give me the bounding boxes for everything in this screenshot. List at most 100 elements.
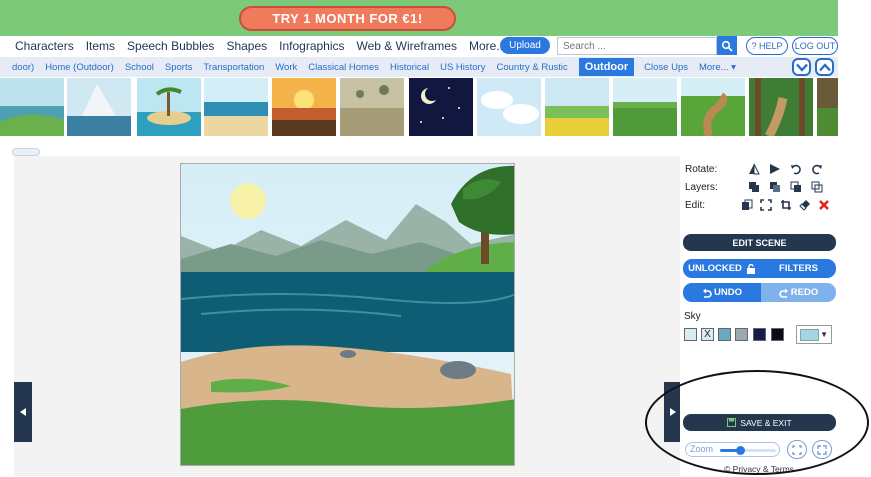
scene-thumbnail[interactable] <box>749 78 813 136</box>
menu-shapes[interactable]: Shapes <box>226 39 267 53</box>
search-input[interactable] <box>557 37 717 55</box>
scene-thumbnail[interactable] <box>545 78 609 136</box>
logout-button[interactable]: LOG OUT <box>792 37 838 55</box>
edit-row: Edit: <box>685 196 835 214</box>
undo-icon <box>703 288 712 298</box>
flip-vertical-icon[interactable] <box>766 161 784 177</box>
scene-illustration <box>181 164 514 465</box>
tab-historical[interactable]: Historical <box>390 62 429 73</box>
fullscreen-icon <box>817 444 827 455</box>
sky-swatch-selected[interactable]: X <box>701 328 714 341</box>
tab-close-ups[interactable]: Close Ups <box>644 62 688 73</box>
sky-label: Sky <box>684 311 701 322</box>
sky-swatch[interactable] <box>684 328 697 341</box>
scene-thumbnail[interactable] <box>613 78 677 136</box>
search-icon <box>721 40 733 52</box>
unlock-icon <box>746 263 755 274</box>
chevron-up-icon <box>818 62 831 71</box>
unlocked-label: UNLOCKED <box>688 263 742 274</box>
scene-thumbnails <box>0 78 838 136</box>
tab-work[interactable]: Work <box>275 62 297 73</box>
copy-icon[interactable] <box>739 197 755 213</box>
flip-horizontal-icon[interactable] <box>745 161 763 177</box>
delete-icon[interactable] <box>816 197 832 213</box>
tab-transportation[interactable]: Transportation <box>203 62 264 73</box>
privacy-terms-link[interactable]: © Privacy & Terms <box>680 464 838 474</box>
menu-speech-bubbles[interactable]: Speech Bubbles <box>127 39 214 53</box>
sky-swatch[interactable] <box>753 328 766 341</box>
unlocked-button[interactable]: UNLOCKED <box>683 259 761 278</box>
left-panel-toggle[interactable] <box>14 382 32 442</box>
menu-items[interactable]: Items <box>86 39 115 53</box>
rotate-cw-icon[interactable] <box>808 161 826 177</box>
expand-button[interactable] <box>815 58 834 76</box>
dropdown-caret-icon: ▼ <box>820 330 828 339</box>
tab-home-outdoor[interactable]: Home (Outdoor) <box>45 62 114 73</box>
zoom-controls: Zoom <box>685 440 835 459</box>
redo-button[interactable]: REDO <box>761 283 836 302</box>
menu-characters[interactable]: Characters <box>15 39 74 53</box>
sky-color-select[interactable]: ▼ <box>796 325 832 344</box>
scene-thumbnail[interactable] <box>340 78 404 136</box>
scene-thumbnail[interactable] <box>817 78 838 136</box>
sky-swatch[interactable] <box>718 328 731 341</box>
scene-canvas[interactable] <box>180 163 515 466</box>
scene-thumbnail[interactable] <box>0 78 64 136</box>
menu-web-wireframes[interactable]: Web & Wireframes <box>357 39 457 53</box>
undo-button[interactable]: UNDO <box>683 283 761 302</box>
scene-thumbnail[interactable] <box>204 78 268 136</box>
tab-more[interactable]: More... ▾ <box>699 62 736 73</box>
chevron-down-icon <box>795 63 808 72</box>
zoom-label: Zoom <box>690 444 714 454</box>
save-icon <box>727 418 737 427</box>
search-button[interactable] <box>717 36 737 55</box>
save-exit-button[interactable]: SAVE & EXIT <box>683 414 836 431</box>
scene-thumbnail[interactable] <box>272 78 336 136</box>
resize-icon[interactable] <box>758 197 774 213</box>
collapse-button[interactable] <box>792 58 811 76</box>
scene-thumbnail[interactable] <box>477 78 541 136</box>
bring-forward-icon[interactable] <box>766 179 784 195</box>
send-backward-icon[interactable] <box>787 179 805 195</box>
fullscreen-button[interactable] <box>812 440 832 459</box>
category-bar: door) Home (Outdoor) School Sports Trans… <box>0 57 838 77</box>
fit-to-screen-button[interactable] <box>787 440 807 459</box>
scene-thumbnail[interactable] <box>137 78 201 136</box>
trial-offer-button[interactable]: TRY 1 MONTH FOR €1! <box>239 6 456 31</box>
selected-sky-color <box>800 329 819 341</box>
caret-right-icon <box>670 408 676 416</box>
sky-swatch[interactable] <box>771 328 784 341</box>
scene-thumbnail[interactable] <box>409 78 473 136</box>
upload-button[interactable]: Upload <box>500 37 550 54</box>
tab-sports[interactable]: Sports <box>165 62 192 73</box>
help-button[interactable]: ? HELP <box>746 37 788 55</box>
zoom-slider[interactable]: Zoom <box>685 442 780 457</box>
eraser-icon[interactable] <box>797 197 813 213</box>
scene-thumbnail[interactable] <box>67 78 131 136</box>
filters-button[interactable]: FILTERS <box>761 259 836 278</box>
edit-label: Edit: <box>685 199 706 211</box>
layers-label: Layers: <box>685 181 718 193</box>
tab-outdoor[interactable]: Outdoor <box>578 58 635 76</box>
zoom-handle[interactable] <box>736 446 745 455</box>
send-to-back-icon[interactable] <box>808 179 826 195</box>
crop-icon[interactable] <box>777 197 793 213</box>
thumbnail-scrollbar[interactable] <box>12 148 40 156</box>
sky-swatch[interactable] <box>735 328 748 341</box>
rotate-ccw-icon[interactable] <box>787 161 805 177</box>
undo-label: UNDO <box>714 287 742 298</box>
bring-to-front-icon[interactable] <box>745 179 763 195</box>
tab-classical-homes[interactable]: Classical Homes <box>308 62 379 73</box>
redo-icon <box>779 288 788 298</box>
tab-outdoor-partial[interactable]: door) <box>12 62 34 73</box>
edit-scene-button[interactable]: EDIT SCENE <box>683 234 836 251</box>
fit-screen-icon <box>792 444 802 455</box>
menu-infographics[interactable]: Infographics <box>279 39 344 53</box>
rotate-label: Rotate: <box>685 163 718 175</box>
tab-school[interactable]: School <box>125 62 154 73</box>
rotate-row: Rotate: <box>685 160 835 178</box>
tab-country-rustic[interactable]: Country & Rustic <box>496 62 567 73</box>
zoom-track[interactable] <box>720 446 776 455</box>
scene-thumbnail[interactable] <box>681 78 745 136</box>
tab-us-history[interactable]: US History <box>440 62 485 73</box>
